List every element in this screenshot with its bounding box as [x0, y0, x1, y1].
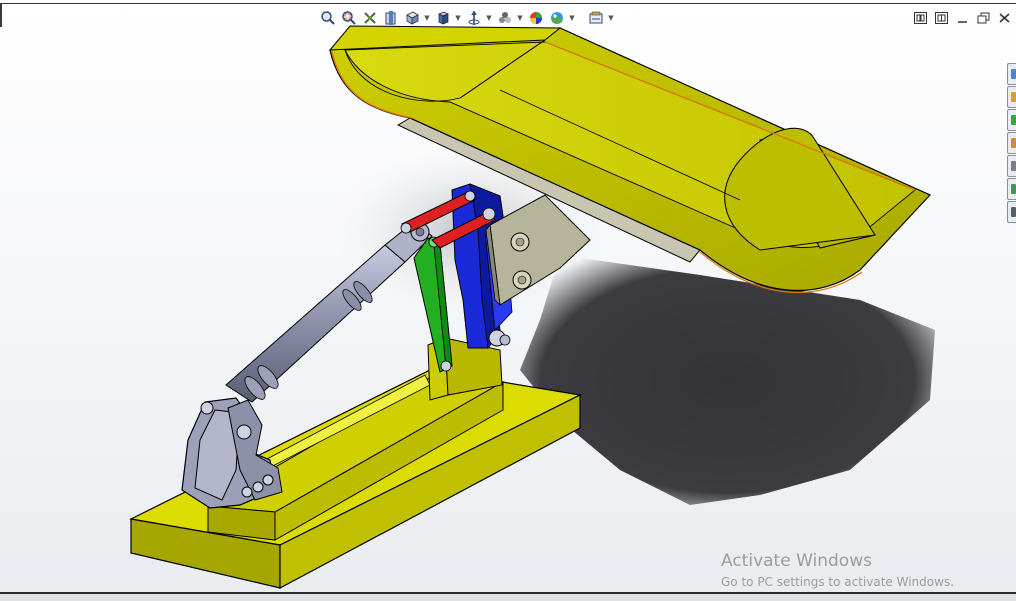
hide-show-dropdown-icon[interactable]: ▼: [485, 9, 493, 28]
previous-view-icon[interactable]: [360, 9, 379, 28]
heads-up-view-toolbar: ▼ ▼ ▼ ▼ ▼ ▼: [318, 8, 615, 28]
tile-horizontal-icon[interactable]: [912, 10, 929, 25]
display-style-icon[interactable]: [433, 9, 452, 28]
assembly-scene[interactable]: [0, 0, 1016, 601]
solidworks-resources-icon[interactable]: [1007, 63, 1016, 85]
view-settings-dropdown-icon[interactable]: ▼: [607, 9, 615, 28]
view-settings-icon[interactable]: [586, 9, 605, 28]
edit-appearance-icon[interactable]: [526, 9, 545, 28]
display-style-dropdown-icon[interactable]: ▼: [454, 9, 462, 28]
design-library-icon[interactable]: [1007, 86, 1016, 108]
section-view-icon[interactable]: [381, 9, 400, 28]
window-controls: [912, 10, 1013, 25]
appearances-icon[interactable]: [1007, 155, 1016, 177]
apply-scene-icon[interactable]: [547, 9, 566, 28]
minimize-icon[interactable]: [954, 10, 971, 25]
view-palette-icon[interactable]: [1007, 132, 1016, 154]
forum-icon[interactable]: [1007, 201, 1016, 223]
close-icon[interactable]: [996, 10, 1013, 25]
tile-vertical-icon[interactable]: [933, 10, 950, 25]
custom-properties-icon[interactable]: [1007, 178, 1016, 200]
apply-scene-dropdown-icon[interactable]: ▼: [568, 9, 576, 28]
view-orientation-icon[interactable]: [402, 9, 421, 28]
view-orientation-dropdown-icon[interactable]: ▼: [423, 9, 431, 28]
zoom-to-fit-icon[interactable]: [318, 9, 337, 28]
zoom-to-area-icon[interactable]: [339, 9, 358, 28]
graphics-viewport[interactable]: ▼ ▼ ▼ ▼ ▼ ▼ Activate Windows Go to PC se…: [0, 0, 1016, 601]
appearance-spheres-dropdown-icon[interactable]: ▼: [516, 9, 524, 28]
appearance-spheres-icon[interactable]: [495, 9, 514, 28]
hide-show-items-icon[interactable]: [464, 9, 483, 28]
task-pane-tabs: [1007, 63, 1016, 223]
file-explorer-icon[interactable]: [1007, 109, 1016, 131]
status-strip: [0, 594, 1016, 601]
restore-icon[interactable]: [975, 10, 992, 25]
